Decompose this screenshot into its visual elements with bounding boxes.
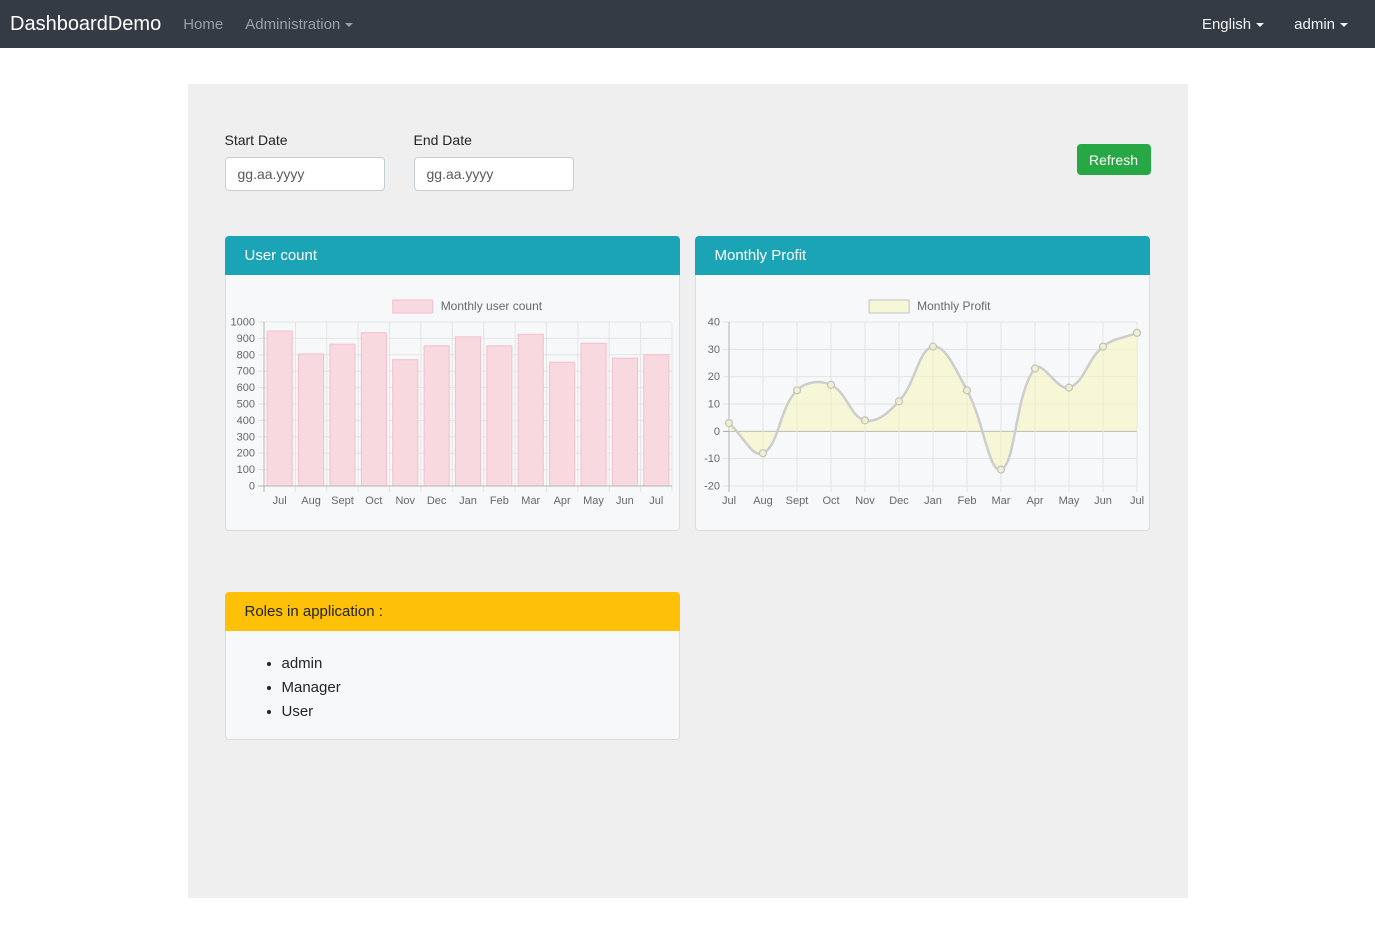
svg-text:Oct: Oct bbox=[365, 495, 382, 507]
roles-card-header: Roles in application : bbox=[225, 592, 680, 631]
svg-text:400: 400 bbox=[236, 415, 254, 427]
charts-row: User count 01002003004005006007008009001… bbox=[225, 236, 1151, 531]
svg-text:Sept: Sept bbox=[331, 495, 354, 507]
svg-text:Apr: Apr bbox=[553, 495, 570, 507]
svg-text:-20: -20 bbox=[704, 481, 720, 493]
brand-link[interactable]: DashboardDemo bbox=[10, 13, 161, 36]
monthly-profit-card-header: Monthly Profit bbox=[695, 236, 1150, 275]
filter-bar: Start Date End Date Refresh bbox=[225, 132, 1151, 191]
refresh-button[interactable]: Refresh bbox=[1077, 144, 1151, 175]
svg-text:Monthly user count: Monthly user count bbox=[440, 299, 542, 313]
svg-text:40: 40 bbox=[707, 317, 719, 329]
svg-text:Dec: Dec bbox=[426, 495, 446, 507]
main-container: Start Date End Date Refresh User count 0… bbox=[188, 84, 1188, 898]
svg-text:Mar: Mar bbox=[521, 495, 540, 507]
navbar: DashboardDemo Home Administration Englis… bbox=[0, 0, 1375, 48]
svg-text:May: May bbox=[583, 495, 604, 507]
svg-text:20: 20 bbox=[707, 371, 719, 383]
svg-text:Aug: Aug bbox=[301, 495, 321, 507]
end-date-input[interactable] bbox=[414, 157, 574, 191]
nav-item-home[interactable]: Home bbox=[183, 16, 223, 33]
svg-text:Jul: Jul bbox=[649, 495, 663, 507]
svg-text:Jul: Jul bbox=[272, 495, 286, 507]
nav-item-administration[interactable]: Administration bbox=[245, 16, 353, 33]
svg-text:0: 0 bbox=[248, 481, 254, 493]
svg-text:Jun: Jun bbox=[616, 495, 634, 507]
chevron-down-icon bbox=[345, 23, 353, 27]
svg-text:600: 600 bbox=[236, 382, 254, 394]
svg-text:Jan: Jan bbox=[459, 495, 477, 507]
nav-item-home-label: Home bbox=[183, 16, 223, 33]
svg-text:Jul: Jul bbox=[721, 495, 735, 507]
svg-text:-10: -10 bbox=[704, 453, 720, 465]
svg-text:Mar: Mar bbox=[991, 495, 1010, 507]
svg-text:Jan: Jan bbox=[924, 495, 942, 507]
svg-text:0: 0 bbox=[713, 426, 719, 438]
svg-text:Feb: Feb bbox=[489, 495, 508, 507]
svg-text:Jul: Jul bbox=[1129, 495, 1143, 507]
svg-text:100: 100 bbox=[236, 464, 254, 476]
chevron-down-icon bbox=[1256, 23, 1264, 27]
monthly-profit-card: Monthly Profit -20 -10 0 10 20 30 40 Jul Aug Sept… bbox=[695, 236, 1150, 531]
start-date-field: Start Date bbox=[225, 132, 385, 191]
svg-text:300: 300 bbox=[236, 431, 254, 443]
svg-text:700: 700 bbox=[236, 366, 254, 378]
end-date-field: End Date bbox=[414, 132, 574, 191]
nav-item-administration-label: Administration bbox=[245, 16, 340, 33]
end-date-label: End Date bbox=[414, 132, 574, 148]
svg-text:30: 30 bbox=[707, 344, 719, 356]
svg-text:Apr: Apr bbox=[1026, 495, 1043, 507]
svg-text:Feb: Feb bbox=[957, 495, 976, 507]
start-date-label: Start Date bbox=[225, 132, 385, 148]
roles-list: admin Manager User bbox=[246, 655, 659, 720]
monthly-profit-chart-body: -20 -10 0 10 20 30 40 Jul Aug Sept Oct Nov Dec Jan Feb… bbox=[695, 275, 1150, 531]
user-count-card: User count 0 100 200 300 400 500 600 700 800 900 1… bbox=[225, 236, 680, 531]
svg-text:Nov: Nov bbox=[855, 495, 875, 507]
svg-text:Monthly Profit: Monthly Profit bbox=[917, 299, 991, 313]
chevron-down-icon bbox=[1340, 23, 1348, 27]
svg-text:Oct: Oct bbox=[822, 495, 839, 507]
svg-text:900: 900 bbox=[236, 333, 254, 345]
svg-text:Jun: Jun bbox=[1094, 495, 1112, 507]
nav-item-language[interactable]: English bbox=[1202, 16, 1264, 33]
nav-item-user-label: admin bbox=[1294, 16, 1335, 33]
svg-text:200: 200 bbox=[236, 448, 254, 460]
svg-text:10: 10 bbox=[707, 399, 719, 411]
nav-item-language-label: English bbox=[1202, 16, 1251, 33]
user-count-card-header: User count bbox=[225, 236, 680, 275]
svg-text:Dec: Dec bbox=[889, 495, 909, 507]
svg-text:May: May bbox=[1058, 495, 1079, 507]
list-item: User bbox=[282, 703, 659, 720]
nav-item-user-menu[interactable]: admin bbox=[1294, 16, 1348, 33]
roles-card-body: admin Manager User bbox=[225, 631, 680, 740]
user-count-chart-body: 0 100 200 300 400 500 600 700 800 900 1000 Jul Aug Se… bbox=[225, 275, 680, 531]
svg-text:Sept: Sept bbox=[785, 495, 808, 507]
list-item: Manager bbox=[282, 679, 659, 696]
monthly-profit-line-chart: -20 -10 0 10 20 30 40 Jul Aug Sept Oct Nov Dec Jan Feb… bbox=[697, 276, 1150, 530]
svg-text:1000: 1000 bbox=[230, 317, 254, 329]
start-date-input[interactable] bbox=[225, 157, 385, 191]
user-count-bar-chart: 0 100 200 300 400 500 600 700 800 900 1000 Jul Aug Se… bbox=[227, 276, 680, 530]
svg-text:500: 500 bbox=[236, 399, 254, 411]
svg-text:Nov: Nov bbox=[395, 495, 415, 507]
svg-text:Aug: Aug bbox=[753, 495, 773, 507]
roles-card: Roles in application : admin Manager Use… bbox=[225, 592, 680, 740]
list-item: admin bbox=[282, 655, 659, 672]
svg-text:800: 800 bbox=[236, 349, 254, 361]
